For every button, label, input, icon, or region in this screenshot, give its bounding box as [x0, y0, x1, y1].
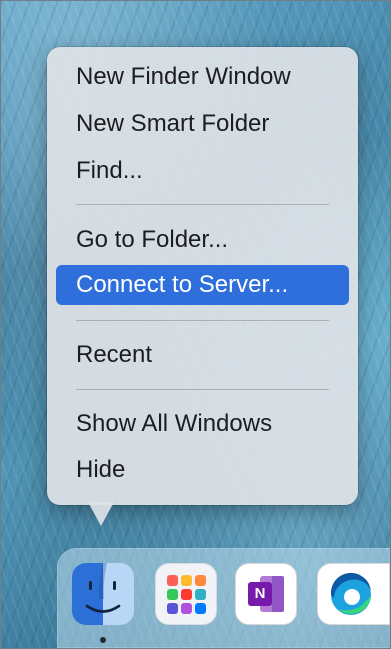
menu-item-connect-to-server[interactable]: Connect to Server... [56, 265, 349, 305]
screen: New Finder Window New Smart Folder Find.… [0, 0, 391, 649]
onenote-icon[interactable]: N [235, 563, 297, 625]
menu-separator [76, 389, 329, 390]
menu-item-new-finder-window[interactable]: New Finder Window [56, 57, 349, 97]
menu-item-show-all-windows[interactable]: Show All Windows [56, 404, 349, 444]
launchpad-icon[interactable] [155, 563, 217, 625]
finder-icon[interactable] [72, 563, 134, 625]
menu-item-recent[interactable]: Recent [56, 335, 349, 375]
edge-icon[interactable] [317, 563, 390, 625]
menu-item-go-to-folder[interactable]: Go to Folder... [56, 220, 349, 260]
menu-item-new-smart-folder[interactable]: New Smart Folder [56, 104, 349, 144]
menu-pointer [88, 502, 114, 526]
onenote-glyph: N [254, 585, 266, 602]
menu-item-hide[interactable]: Hide [56, 450, 349, 490]
menu-separator [76, 204, 329, 205]
menu-separator [76, 320, 329, 321]
menu-item-find[interactable]: Find... [56, 151, 349, 191]
running-indicator [100, 637, 106, 643]
finder-dock-context-menu: New Finder Window New Smart Folder Find.… [47, 47, 358, 505]
